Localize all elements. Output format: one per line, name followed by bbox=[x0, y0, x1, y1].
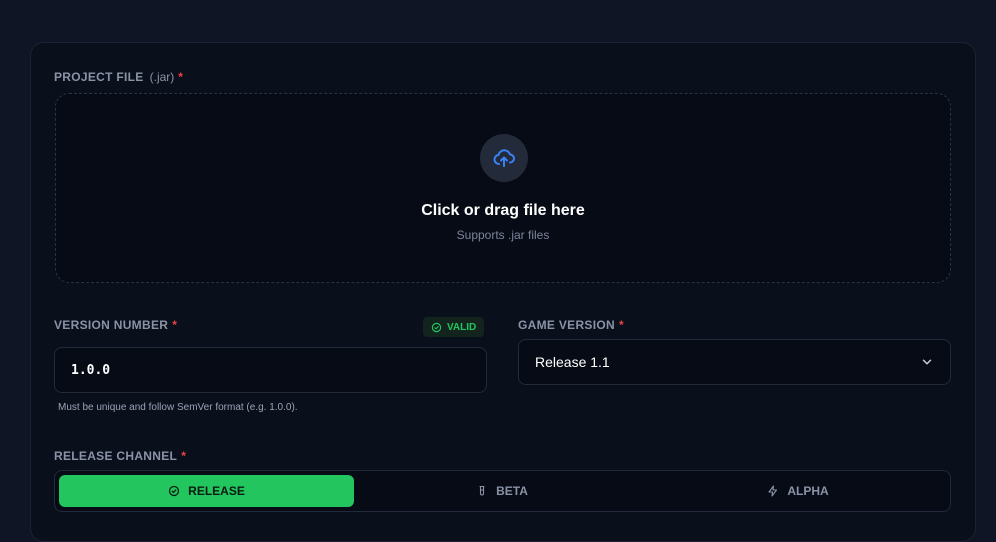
check-circle-icon bbox=[169, 485, 180, 497]
file-dropzone[interactable]: Click or drag file here Supports .jar fi… bbox=[55, 93, 951, 283]
check-circle-icon bbox=[431, 322, 442, 332]
game-version-select[interactable]: Release 1.1 bbox=[518, 339, 951, 385]
channel-option-beta[interactable]: BETA bbox=[354, 475, 650, 507]
lightning-icon bbox=[768, 485, 778, 497]
valid-badge: VALID bbox=[423, 317, 485, 337]
dropzone-title: Click or drag file here bbox=[421, 202, 585, 219]
chevron-down-icon bbox=[922, 359, 932, 365]
upload-form-card: PROJECT FILE (.jar) * Click or drag file h… bbox=[30, 42, 976, 542]
channel-option-alpha[interactable]: ALPHA bbox=[650, 475, 946, 507]
game-version-label: GAME VERSION * bbox=[518, 318, 624, 332]
dropzone-subtitle: Supports .jar files bbox=[456, 228, 550, 242]
channel-option-release[interactable]: RELEASE bbox=[59, 475, 354, 507]
flask-icon bbox=[479, 485, 485, 496]
version-number-hint: Must be unique and follow SemVer format … bbox=[58, 402, 298, 413]
project-file-label: PROJECT FILE (.jar) * bbox=[54, 70, 184, 84]
game-version-selected: Release 1.1 bbox=[535, 354, 610, 370]
release-channel-selector: RELEASE BETA ALPHA bbox=[54, 470, 951, 512]
cloud-upload-icon bbox=[480, 134, 528, 182]
release-channel-label: RELEASE CHANNEL * bbox=[54, 449, 187, 463]
version-number-input[interactable]: 1.0.0 bbox=[54, 347, 487, 393]
version-number-label: VERSION NUMBER * bbox=[54, 318, 178, 332]
